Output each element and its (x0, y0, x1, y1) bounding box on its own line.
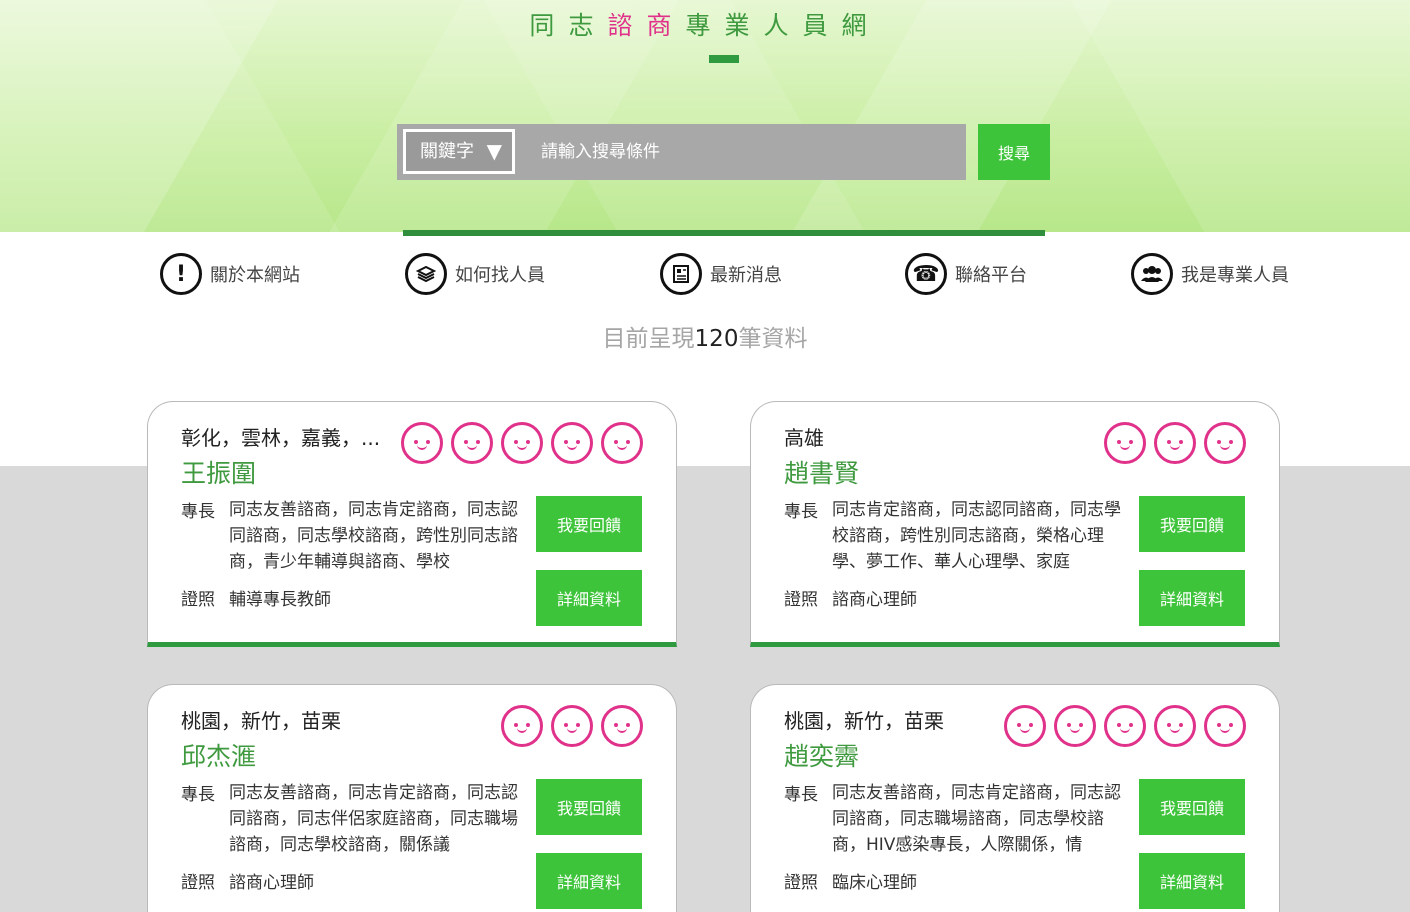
nav-item-label: 如何找人員 (455, 265, 545, 286)
site-title-char: 員 (802, 11, 842, 40)
site-title-char: 人 (763, 11, 803, 40)
counselor-card: 彰化，雲林，嘉義，... 王振圍 專長 同志友善諮商，同志肯定諮商，同志認同諮商… (147, 401, 677, 647)
keyword-select[interactable]: 關鍵字 ▼ (403, 129, 515, 174)
nav-item-how-to-find[interactable]: 如何找人員 (405, 252, 545, 296)
search-box: 關鍵字 ▼ (397, 124, 966, 180)
result-count-prefix: 目前呈現 (602, 326, 695, 352)
detail-button[interactable]: 詳細資料 (1139, 853, 1245, 909)
hero-banner: 同志諮商專業人員網 (0, 0, 1410, 232)
spec-label: 專長 (784, 785, 818, 805)
result-count-suffix: 筆資料 (738, 326, 808, 352)
smiley-face-icon (1154, 705, 1196, 747)
smiley-face-icon (451, 422, 493, 464)
counselor-card: 桃園，新竹，苗栗 趙奕霽 專長 同志友善諮商，同志肯定諮商，同志認同諮商，同志職… (750, 684, 1280, 912)
feedback-button[interactable]: 我要回饋 (1139, 496, 1245, 552)
nav-item-label: 關於本網站 (210, 265, 300, 286)
counselor-card: 高雄 趙書賢 專長 同志肯定諮商，同志認同諮商，同志學校諮商，跨性別同志諮商，榮… (750, 401, 1280, 647)
cert-text: 諮商心理師 (832, 590, 917, 610)
cert-label: 證照 (181, 590, 215, 610)
spec-text: 同志肯定諮商，同志認同諮商，同志學校諮商，跨性別同志諮商，榮格心理學、夢工作、華… (832, 500, 1121, 572)
rating-faces (501, 705, 643, 747)
newspaper-icon (660, 253, 702, 295)
counselor-card: 桃園，新竹，苗栗 邱杰滙 專長 同志友善諮商，同志肯定諮商，同志認同諮商，同志伴… (147, 684, 677, 912)
nav-divider (403, 230, 1045, 236)
smiley-face-icon (501, 422, 543, 464)
triangle-down-icon: ▼ (486, 139, 502, 163)
nav-item-news[interactable]: 最新消息 (660, 252, 782, 296)
keyword-select-label: 關鍵字 (420, 141, 474, 162)
smiley-face-icon (1054, 705, 1096, 747)
smiley-face-icon (1204, 422, 1246, 464)
nav-item-professional[interactable]: 我是專業人員 (1131, 252, 1289, 296)
smiley-face-icon (1204, 705, 1246, 747)
spec-label: 專長 (784, 502, 818, 522)
smiley-face-icon (1104, 705, 1146, 747)
rating-faces (1004, 705, 1246, 747)
nav-item-contact[interactable]: ☎ 聯絡平台 (905, 252, 1027, 296)
title-underline (709, 55, 739, 63)
cert-label: 證照 (784, 590, 818, 610)
card-name[interactable]: 王振圍 (181, 454, 256, 490)
cert-text: 臨床心理師 (832, 873, 917, 893)
site-title-char: 商 (646, 11, 686, 40)
group-icon (1131, 253, 1173, 295)
card-area: 桃園，新竹，苗栗 (181, 709, 341, 733)
site-title: 同志諮商專業人員網 (0, 6, 1410, 42)
site-title-char: 同 (529, 11, 569, 40)
spec-text: 同志友善諮商，同志肯定諮商，同志認同諮商，同志職場諮商，同志學校諮商，HIV感染… (832, 783, 1121, 855)
smiley-face-icon (401, 422, 443, 464)
detail-button[interactable]: 詳細資料 (536, 853, 642, 909)
search-input[interactable] (529, 124, 959, 180)
site-title-char: 網 (841, 11, 881, 40)
card-area: 彰化，雲林，嘉義，... (181, 426, 381, 450)
card-area: 桃園，新竹，苗栗 (784, 709, 944, 733)
feedback-button[interactable]: 我要回饋 (536, 779, 642, 835)
smiley-face-icon (1004, 705, 1046, 747)
site-title-char: 業 (724, 11, 764, 40)
site-title-char: 諮 (607, 11, 647, 40)
cert-text: 諮商心理師 (229, 873, 314, 893)
smiley-face-icon (551, 705, 593, 747)
smiley-face-icon (1104, 422, 1146, 464)
cert-label: 證照 (181, 873, 215, 893)
smiley-face-icon (601, 422, 643, 464)
phone-icon: ☎ (905, 253, 947, 295)
search-button[interactable]: 搜尋 (978, 124, 1050, 180)
books-icon (405, 253, 447, 295)
feedback-button[interactable]: 我要回饋 (1139, 779, 1245, 835)
rating-faces (1104, 422, 1246, 464)
spec-text: 同志友善諮商，同志肯定諮商，同志認同諮商，同志學校諮商，跨性別同志諮商，青少年輔… (229, 500, 518, 572)
feedback-button[interactable]: 我要回饋 (536, 496, 642, 552)
cert-label: 證照 (784, 873, 818, 893)
site-title-char: 專 (685, 11, 725, 40)
nav-item-label: 聯絡平台 (955, 265, 1027, 286)
result-count-number: 120 (694, 326, 739, 352)
spec-text: 同志友善諮商，同志肯定諮商，同志認同諮商，同志伴侶家庭諮商，同志職場諮商，同志學… (229, 783, 518, 855)
card-name[interactable]: 趙奕霽 (784, 737, 859, 773)
cert-text: 輔導專長教師 (229, 590, 331, 610)
spec-label: 專長 (181, 502, 215, 522)
nav-item-label: 最新消息 (710, 265, 782, 286)
detail-button[interactable]: 詳細資料 (536, 570, 642, 626)
smiley-face-icon (601, 705, 643, 747)
card-name[interactable]: 趙書賢 (784, 454, 859, 490)
card-name[interactable]: 邱杰滙 (181, 737, 256, 773)
smiley-face-icon (551, 422, 593, 464)
exclamation-icon: ! (160, 253, 202, 295)
spec-label: 專長 (181, 785, 215, 805)
detail-button[interactable]: 詳細資料 (1139, 570, 1245, 626)
site-title-char: 志 (568, 11, 608, 40)
rating-faces (401, 422, 643, 464)
smiley-face-icon (1154, 422, 1196, 464)
card-area: 高雄 (784, 426, 824, 450)
result-count: 目前呈現120筆資料 (0, 319, 1410, 353)
nav-item-label: 我是專業人員 (1181, 265, 1289, 286)
smiley-face-icon (501, 705, 543, 747)
nav-item-about[interactable]: ! 關於本網站 (160, 252, 300, 296)
